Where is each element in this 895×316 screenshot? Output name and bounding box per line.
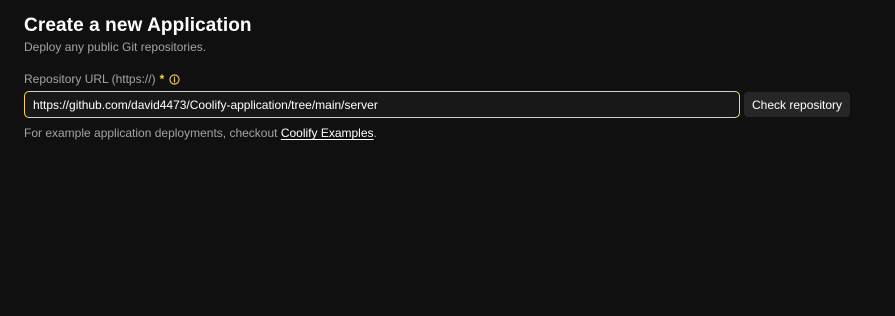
page-subtitle: Deploy any public Git repositories.	[24, 40, 207, 54]
repository-url-label-row: Repository URL (https://) *	[24, 71, 871, 87]
page-title: Create a new Application	[24, 15, 252, 36]
repository-url-field-row: Check repository	[24, 91, 871, 118]
info-circle-icon[interactable]	[169, 73, 180, 85]
repository-url-label: Repository URL (https://)	[24, 72, 156, 86]
required-marker: *	[159, 72, 165, 86]
check-repository-button[interactable]: Check repository	[744, 92, 851, 117]
create-application-page: Create a new Application Deploy any publ…	[0, 0, 895, 316]
helper-text-prefix: For example application deployments, che…	[24, 126, 281, 140]
repository-url-input[interactable]	[24, 91, 740, 118]
coolify-examples-link[interactable]: Coolify Examples	[281, 126, 374, 140]
helper-text-suffix: .	[373, 126, 377, 140]
helper-text: For example application deployments, che…	[24, 125, 871, 141]
